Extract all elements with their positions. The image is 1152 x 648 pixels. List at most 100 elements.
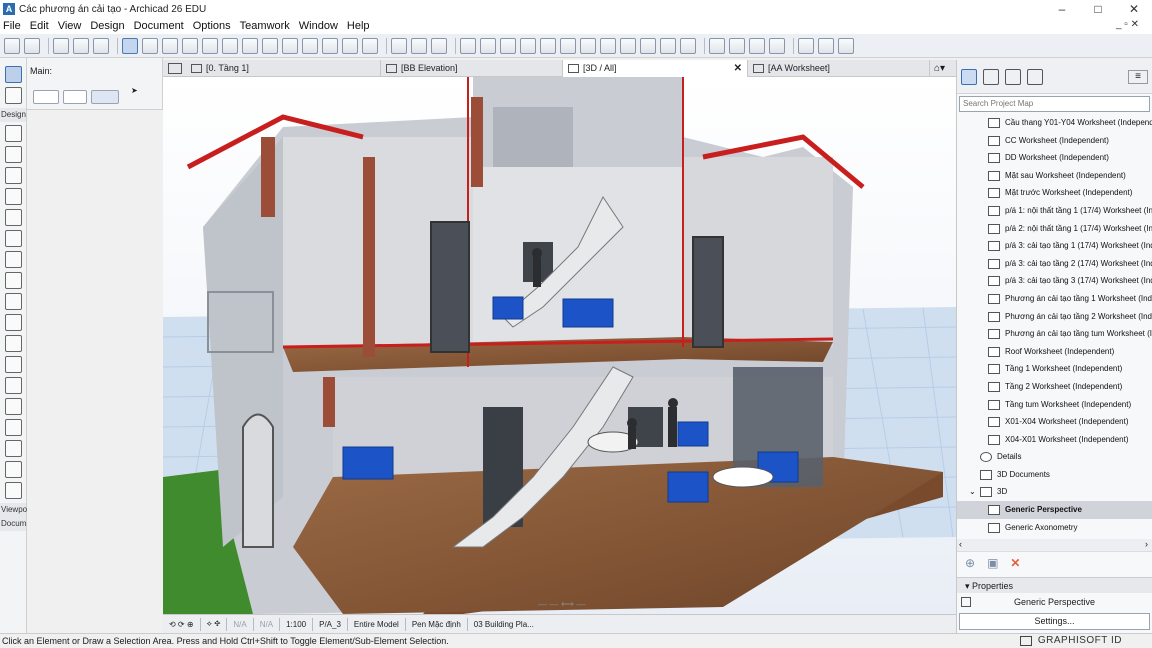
list-item[interactable]: p/á 3: cải tạo tầng 3 (17/4) Worksheet (… [957, 272, 1152, 290]
list-item[interactable]: Tầng 1 Worksheet (Independent) [957, 360, 1152, 378]
object-tool-button[interactable] [5, 377, 22, 394]
menu-view[interactable]: View [58, 20, 82, 32]
orbit-icon[interactable]: ⟡ ✥ [201, 619, 227, 629]
layer-combination-field[interactable]: P/A_3 [313, 620, 347, 629]
list-item[interactable]: Cầu thang Y01-Y04 Worksheet (Independent… [957, 114, 1152, 132]
undo-icon[interactable] [4, 37, 20, 54]
marquee-tool-icon[interactable] [142, 37, 158, 54]
marquee-tool-button[interactable] [5, 87, 22, 104]
list-item[interactable]: Phương án cải tạo tầng 1 Worksheet (Inde… [957, 290, 1152, 308]
mdi-restore-icon[interactable]: _ ▫ ✕ [1116, 19, 1139, 30]
graphisoft-id-icon[interactable] [1020, 636, 1032, 646]
graphisoft-id-link[interactable]: GRAPHISOFT ID [1038, 634, 1122, 648]
tree-item-generic-axonometry[interactable]: Generic Axonometry [957, 519, 1152, 537]
mirror-icon[interactable] [262, 37, 278, 54]
tab-list-icon[interactable]: ⌂▾ [934, 63, 945, 74]
graphic-override-field[interactable]: 03 Building Pla... [468, 620, 540, 629]
menu-edit[interactable]: Edit [30, 20, 49, 32]
slab-icon[interactable] [480, 37, 496, 54]
undo-zoom-icon[interactable]: ⟲ ⟳ ⊕ [163, 620, 200, 629]
angle-field[interactable]: N/A [254, 620, 279, 629]
magnify-icon[interactable] [282, 37, 298, 54]
offset-icon[interactable] [342, 37, 358, 54]
minimize-button[interactable]: – [1044, 0, 1080, 18]
stair-icon[interactable] [560, 37, 576, 54]
flag-icon[interactable] [391, 37, 407, 54]
clone-view-icon[interactable]: ▣ [987, 556, 998, 570]
grid-snap-icon[interactable] [162, 37, 178, 54]
tab-floorplan[interactable]: [0. Tầng 1] [186, 59, 381, 77]
filter-cut-icon[interactable] [749, 37, 765, 54]
publish-icon[interactable] [838, 37, 854, 54]
list-item[interactable]: p/á 3: cải tạo tầng 1 (17/4) Worksheet (… [957, 237, 1152, 255]
3d-cutaway-icon[interactable] [709, 37, 725, 54]
menu-options[interactable]: Options [193, 20, 231, 32]
stair-tool-button[interactable] [5, 251, 22, 268]
list-item[interactable]: Phương án cải tạo tầng tum Worksheet (In… [957, 325, 1152, 343]
project-map-search[interactable] [959, 96, 1150, 112]
menu-window[interactable]: Window [299, 20, 338, 32]
wall-icon[interactable] [460, 37, 476, 54]
menu-file[interactable]: File [3, 20, 21, 32]
tab-3d-view[interactable]: [3D / All] ✕ [563, 59, 748, 77]
publisher-sets-icon[interactable] [1027, 68, 1043, 85]
chevron-down-icon[interactable]: ⌄ [969, 483, 976, 501]
tree-item-generic-perspective[interactable]: Generic Perspective [957, 501, 1152, 519]
arrow-tool-button[interactable] [5, 66, 22, 83]
list-item[interactable]: p/á 1: nội thất tầng 1 (17/4) Worksheet … [957, 202, 1152, 220]
syringe-icon[interactable] [93, 37, 109, 54]
menu-design[interactable]: Design [90, 20, 124, 32]
suspend-groups-icon[interactable] [182, 37, 198, 54]
list-item[interactable]: CC Worksheet (Independent) [957, 132, 1152, 150]
tree-folder-details[interactable]: Details [957, 448, 1152, 466]
skylight-tool-button[interactable] [5, 356, 22, 373]
view-map-icon[interactable] [983, 68, 999, 85]
menu-help[interactable]: Help [347, 20, 370, 32]
morph-icon[interactable] [620, 37, 636, 54]
graphic-override-icon[interactable] [431, 37, 447, 54]
mesh-tool-button[interactable] [5, 419, 22, 436]
zone-icon[interactable] [660, 37, 676, 54]
menu-document[interactable]: Document [134, 20, 184, 32]
maximize-button[interactable]: □ [1080, 0, 1116, 18]
list-item[interactable]: Mặt sau Worksheet (Independent) [957, 167, 1152, 185]
arrow-tool-icon[interactable] [122, 37, 138, 54]
align-icon[interactable] [242, 37, 258, 54]
figure-tool-button[interactable] [5, 461, 22, 478]
close-tab-icon[interactable]: ✕ [734, 60, 742, 77]
home-icon[interactable] [798, 37, 814, 54]
curtain-wall-tool-button[interactable] [5, 293, 22, 310]
shell-tool-button[interactable] [5, 230, 22, 247]
object-icon[interactable] [680, 37, 696, 54]
menu-teamwork[interactable]: Teamwork [240, 20, 290, 32]
pointer-icon[interactable]: ➤ [131, 86, 145, 100]
search-input[interactable] [963, 99, 1149, 108]
delete-icon[interactable]: ✕ [1010, 556, 1020, 570]
layers-icon[interactable] [411, 37, 427, 54]
door-tool-button[interactable] [5, 314, 22, 331]
zoom-field[interactable]: N/A [227, 620, 252, 629]
properties-header[interactable]: ▾ Properties [957, 577, 1152, 593]
tab-overview-icon[interactable] [168, 62, 182, 74]
navigator-menu-icon[interactable]: ≡ [1128, 70, 1148, 84]
beam-tool-button[interactable] [5, 167, 22, 184]
list-item[interactable]: DD Worksheet (Independent) [957, 149, 1152, 167]
tree-folder-3d[interactable]: ⌄ 3D [957, 483, 1152, 501]
dimension-icon[interactable] [202, 37, 218, 54]
mesh-icon[interactable] [640, 37, 656, 54]
slab-tool-button[interactable] [5, 188, 22, 205]
list-item[interactable]: X01-X04 Worksheet (Independent) [957, 413, 1152, 431]
find-select-icon[interactable] [53, 37, 69, 54]
explode-icon[interactable] [362, 37, 378, 54]
pen-set-field[interactable]: Pen Mặc định [406, 620, 467, 629]
beam-icon[interactable] [520, 37, 536, 54]
scale-field[interactable]: 1:100 [280, 620, 312, 629]
chevron-right-icon[interactable]: › [1145, 539, 1148, 549]
list-item[interactable]: Mặt trước Worksheet (Independent) [957, 184, 1152, 202]
3d-viewport[interactable]: — — ⟷ — [163, 77, 956, 614]
project-map-icon[interactable] [961, 68, 977, 85]
column-icon[interactable] [540, 37, 556, 54]
settings-button[interactable]: Settings... [959, 613, 1150, 630]
list-item[interactable]: Tầng tum Worksheet (Independent) [957, 396, 1152, 414]
lamp-tool-button[interactable] [5, 482, 22, 499]
